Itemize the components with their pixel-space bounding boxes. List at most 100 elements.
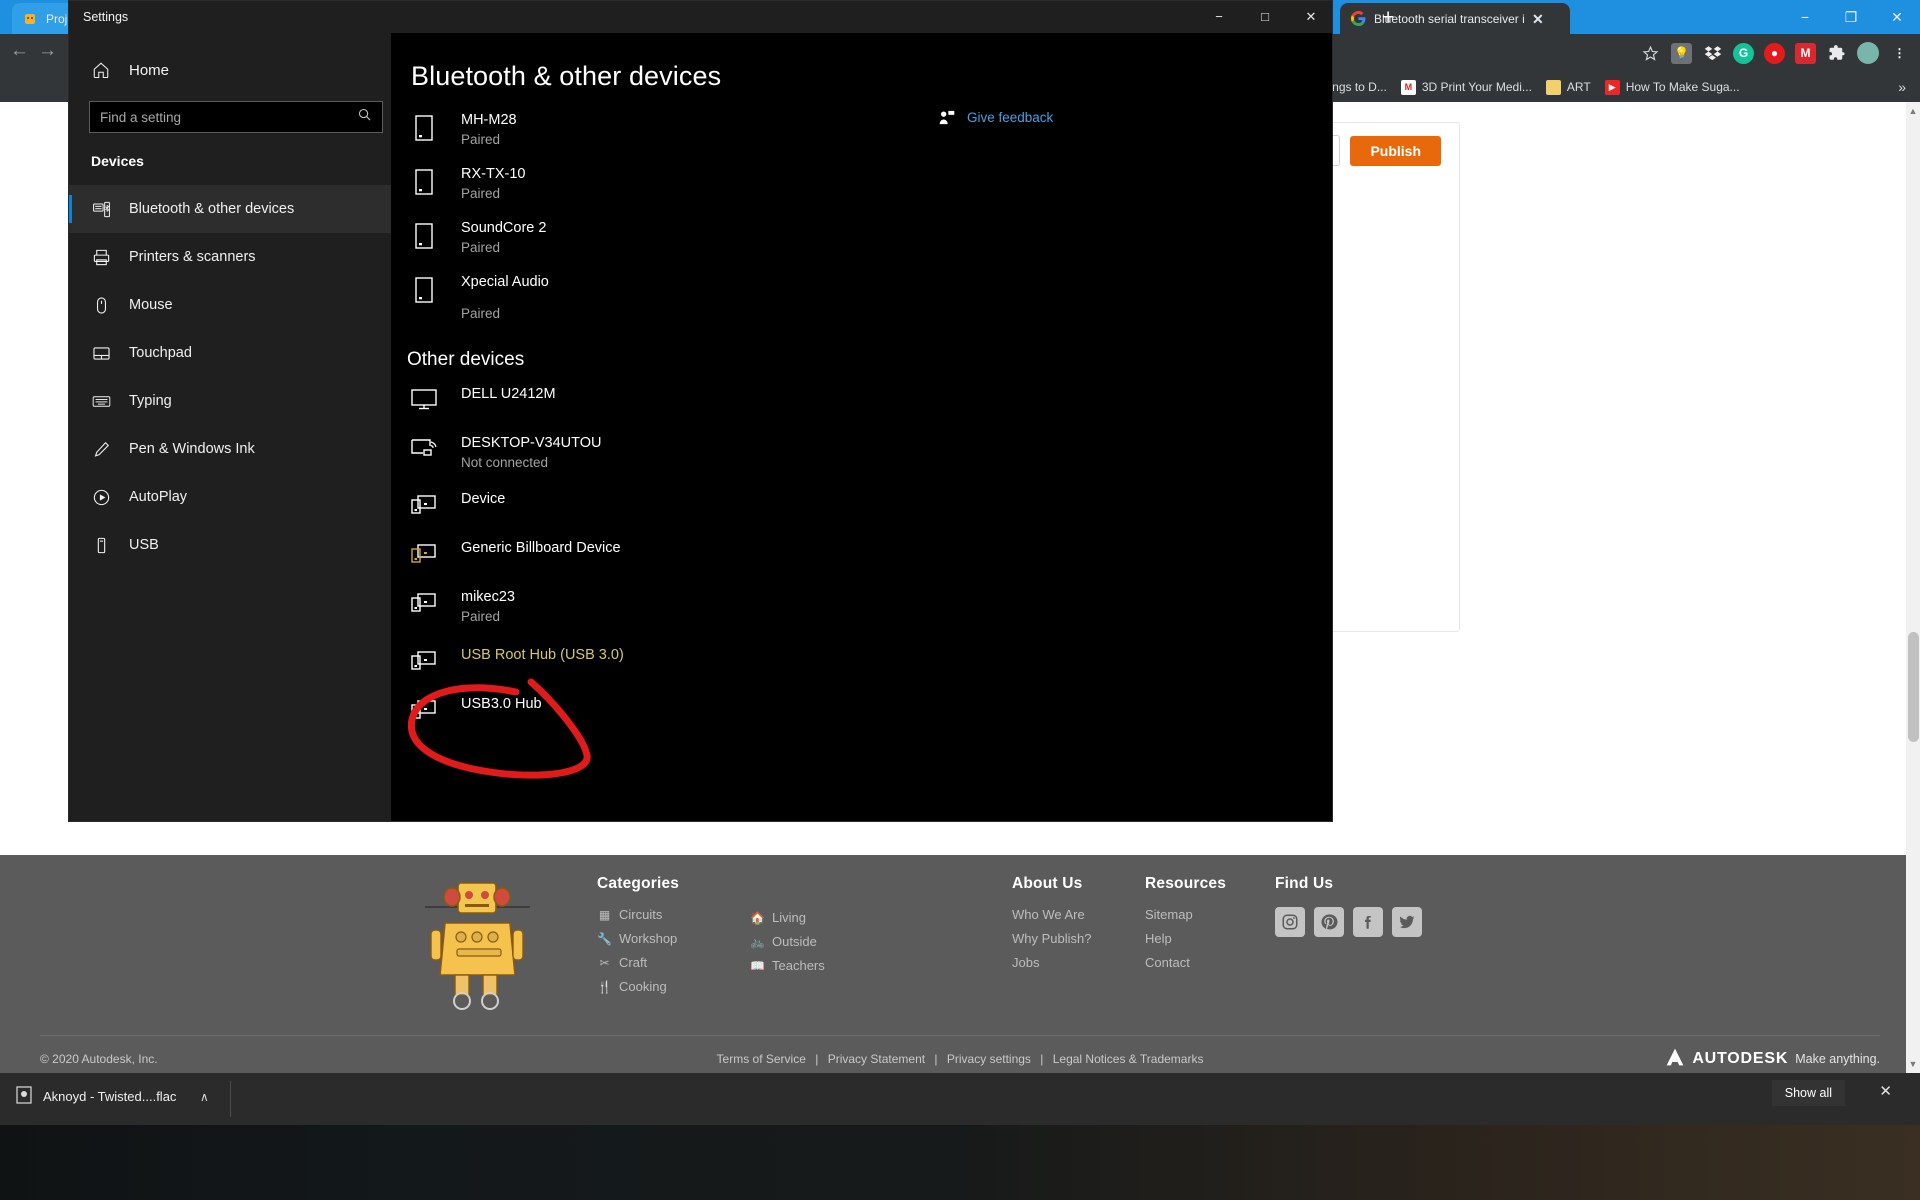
settings-maximize-button[interactable]: □ <box>1242 1 1288 33</box>
grammarly-icon[interactable]: G <box>1733 42 1754 64</box>
search-input[interactable] <box>100 109 357 125</box>
sidebar-item-typing[interactable]: Typing <box>69 377 391 425</box>
honey-icon[interactable]: ● <box>1764 42 1785 64</box>
footer-link-outside[interactable]: 🚲 Outside <box>750 934 825 949</box>
device-info: Xpecial Audio Paired <box>461 273 549 323</box>
scroll-down-arrow[interactable]: ▼ <box>1907 1059 1919 1069</box>
device-row-dell-u2412m[interactable]: DELL U2412M <box>407 385 1107 410</box>
sidebar-item-printers-scanners[interactable]: Printers & scanners <box>69 233 391 281</box>
footer-link-label: Circuits <box>619 907 663 922</box>
legal-link-legal-notices[interactable]: Legal Notices & Trademarks <box>1053 1052 1204 1066</box>
show-all-button[interactable]: Show all <box>1771 1080 1845 1106</box>
sidebar-group-title: Devices <box>91 153 144 169</box>
device-row-desktop-v34utou[interactable]: DESKTOP-V34UTOU Not connected <box>407 434 1107 472</box>
tab-close-icon[interactable]: ✕ <box>1532 12 1544 26</box>
settings-search-box[interactable] <box>89 101 383 133</box>
new-tab-button[interactable]: + <box>1382 7 1394 28</box>
lightbulb-icon[interactable]: 💡 <box>1671 42 1692 64</box>
forward-button[interactable]: → <box>38 40 57 62</box>
sidebar-item-autoplay[interactable]: AutoPlay <box>69 473 391 521</box>
sidebar-item-pen-windows-ink[interactable]: Pen & Windows Ink <box>69 425 391 473</box>
circuit-icon: ▦ <box>598 907 611 922</box>
close-icon[interactable]: ✕ <box>1879 1082 1892 1100</box>
footer-categories-title: Categories <box>597 875 680 892</box>
footer-link-cooking[interactable]: 🍴 Cooking <box>597 979 679 994</box>
pinterest-icon[interactable] <box>1314 907 1344 937</box>
device-row-usb30-hub[interactable]: USB3.0 Hub <box>407 695 1107 720</box>
settings-close-button[interactable]: ✕ <box>1288 1 1332 33</box>
footer-link-circuits[interactable]: ▦ Circuits <box>597 907 679 922</box>
sidebar-item-touchpad[interactable]: Touchpad <box>69 329 391 377</box>
bookmark-item-1[interactable]: M 3D Print Your Medi... <box>1400 79 1532 95</box>
touchpad-icon <box>91 343 111 363</box>
sidebar-item-label: Pen & Windows Ink <box>129 441 255 457</box>
legal-link-terms[interactable]: Terms of Service <box>717 1052 806 1066</box>
sidebar-item-bluetooth-other-devices[interactable]: Bluetooth & other devices <box>69 185 391 233</box>
phone-icon <box>407 219 441 249</box>
facebook-icon[interactable] <box>1353 907 1383 937</box>
settings-minimize-button[interactable]: − <box>1196 1 1242 33</box>
autodesk-mark-icon <box>1665 1047 1685 1071</box>
sidebar-item-mouse[interactable]: Mouse <box>69 281 391 329</box>
device-row-usb-root-hub[interactable]: USB Root Hub (USB 3.0) <box>407 646 1107 671</box>
footer-link-sitemap[interactable]: Sitemap <box>1145 907 1226 922</box>
device-row-xpecial-audio[interactable]: Xpecial Audio Paired <box>407 273 1107 323</box>
sidebar-item-usb[interactable]: USB <box>69 521 391 569</box>
twitter-icon[interactable] <box>1392 907 1422 937</box>
legal-link-privacy-statement[interactable]: Privacy Statement <box>828 1052 925 1066</box>
sidebar-item-label: Mouse <box>129 297 173 313</box>
page-scrollbar-thumb[interactable] <box>1908 632 1919 742</box>
book-icon: 📖 <box>750 958 765 973</box>
bookmarks-overflow-button[interactable]: » <box>1898 79 1906 95</box>
bookmark-item-3[interactable]: ▶ How To Make Suga... <box>1604 79 1740 95</box>
sidebar-item-label: AutoPlay <box>129 489 188 505</box>
now-playing-item[interactable]: Aknoyd - Twisted....flac <box>16 1086 176 1107</box>
device-info: DESKTOP-V34UTOU Not connected <box>461 434 601 472</box>
footer-link-craft[interactable]: ✂ Craft <box>597 955 679 970</box>
browser-minimize-button[interactable]: − <box>1782 0 1828 34</box>
windows-taskbar: T W P X 💡 <box>0 1125 1920 1200</box>
device-row-generic-billboard-device[interactable]: Generic Billboard Device <box>407 539 1107 564</box>
browser-maximize-button[interactable]: ❐ <box>1828 0 1874 34</box>
page-scrollbar[interactable]: ▲ ▼ <box>1906 102 1920 1073</box>
device-row-device[interactable]: Device <box>407 490 1107 515</box>
instructables-robot-mascot <box>425 875 530 1010</box>
device-row-rx-tx-10[interactable]: RX-TX-10 Paired <box>407 165 1107 203</box>
legal-link-privacy-settings[interactable]: Privacy settings <box>947 1052 1031 1066</box>
device-row-mikec23[interactable]: mikec23 Paired <box>407 588 1107 626</box>
scroll-up-arrow[interactable]: ▲ <box>1907 106 1919 116</box>
footer-link-who-we-are[interactable]: Who We Are <box>1012 907 1091 922</box>
extensions-puzzle-icon[interactable] <box>1826 43 1847 64</box>
footer-link-contact[interactable]: Contact <box>1145 955 1226 970</box>
footer-link-living[interactable]: 🏠 Living <box>750 910 825 925</box>
publish-button[interactable]: Publish <box>1350 135 1441 166</box>
footer-link-workshop[interactable]: 🔧 Workshop <box>597 931 679 946</box>
legal-separator: | <box>815 1052 819 1066</box>
device-name: Generic Billboard Device <box>461 540 621 556</box>
footer-link-why-publish[interactable]: Why Publish? <box>1012 931 1091 946</box>
sidebar-item-home[interactable]: Home <box>91 60 169 80</box>
footer-link-help[interactable]: Help <box>1145 931 1226 946</box>
browser-close-button[interactable]: ✕ <box>1874 0 1920 34</box>
settings-title-bar[interactable]: Settings − □ ✕ <box>69 1 1332 33</box>
instagram-icon[interactable] <box>1275 907 1305 937</box>
dropbox-icon[interactable] <box>1702 43 1723 64</box>
generic-device-icon <box>407 588 441 613</box>
generic-device-icon <box>407 539 441 564</box>
footer-link-teachers[interactable]: 📖 Teachers <box>750 958 825 973</box>
autodesk-tagline: Make anything. <box>1795 1052 1880 1066</box>
now-playing-expand-icon[interactable]: ∧ <box>200 1090 209 1104</box>
profile-avatar[interactable] <box>1857 42 1879 64</box>
browser-tab-2[interactable]: Bluetooth serial transceiver is the ✕ <box>1340 3 1570 34</box>
footer-link-jobs[interactable]: Jobs <box>1012 955 1091 970</box>
omnibox-actions: 💡 G ● M ⋮ <box>1640 34 1910 72</box>
back-button[interactable]: ← <box>10 40 29 62</box>
search-icon[interactable] <box>357 107 372 127</box>
bookmark-item-2[interactable]: ART <box>1545 79 1591 95</box>
chrome-menu-icon[interactable]: ⋮ <box>1889 43 1910 64</box>
device-list: MH-M28 Paired RX-TX-10 Paired SoundCore … <box>407 111 1107 736</box>
star-icon[interactable] <box>1640 43 1661 64</box>
device-row-mh-m28[interactable]: MH-M28 Paired <box>407 111 1107 149</box>
device-row-soundcore-2[interactable]: SoundCore 2 Paired <box>407 219 1107 257</box>
mega-icon[interactable]: M <box>1795 42 1816 64</box>
